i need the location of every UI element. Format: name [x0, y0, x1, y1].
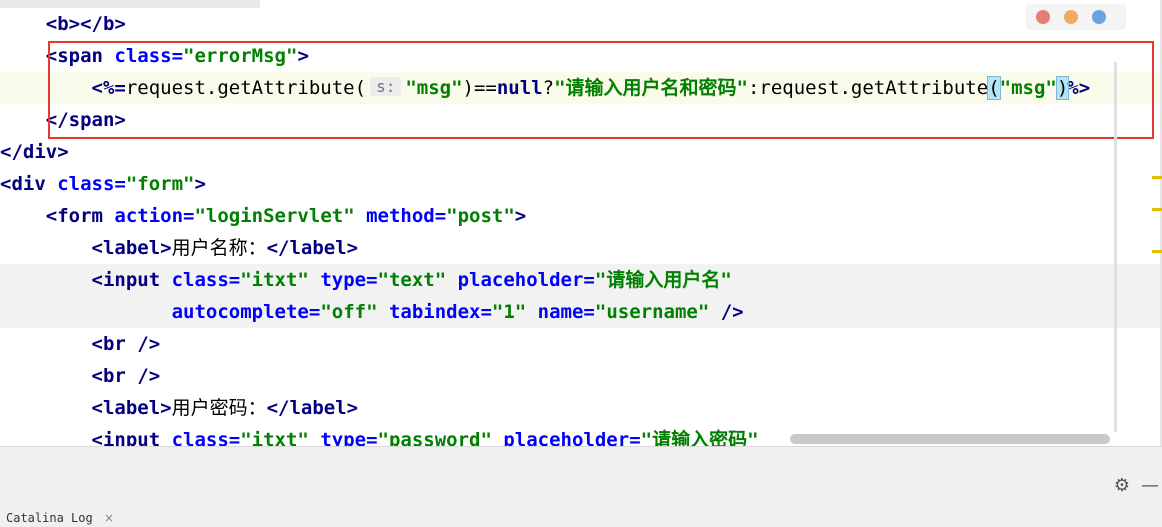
- code-line[interactable]: <b></b>: [0, 8, 1162, 40]
- code-token: <br />: [91, 365, 161, 387]
- code-token: "请输入用户名": [594, 269, 732, 291]
- code-token: type=: [320, 429, 378, 446]
- code-token: :request.getAttribute: [747, 77, 989, 99]
- code-token: "form": [125, 173, 195, 195]
- code-line[interactable]: </span>: [0, 104, 1162, 136]
- code-token: >: [297, 45, 309, 67]
- code-editor[interactable]: <b></b> <span class="errorMsg"> <%=reque…: [0, 0, 1162, 446]
- code-token: <label>: [91, 397, 172, 419]
- code-line[interactable]: autocomplete="off" tabindex="1" name="us…: [0, 296, 1162, 328]
- code-token: "off": [320, 301, 389, 323]
- chrome-icon[interactable]: [1036, 10, 1050, 24]
- firefox-icon[interactable]: [1064, 10, 1078, 24]
- code-token: <br />: [91, 333, 161, 355]
- code-line[interactable]: <br />: [0, 328, 1162, 360]
- code-token: "msg": [999, 77, 1057, 99]
- code-token: <form: [45, 205, 115, 227]
- code-token: placeholder=: [503, 429, 641, 446]
- code-token: ?: [542, 77, 555, 99]
- code-token: placeholder=: [457, 269, 595, 291]
- code-token: "请输入密码": [640, 429, 759, 446]
- code-token: class=: [171, 269, 241, 291]
- code-token: autocomplete=: [171, 301, 321, 323]
- code-token: <label>: [91, 237, 172, 259]
- clipped-top-line: [0, 0, 260, 8]
- code-token: tabindex=: [388, 301, 492, 323]
- code-token: %>: [1067, 77, 1091, 99]
- code-token: <div: [0, 173, 58, 195]
- code-line[interactable]: <div class="form">: [0, 168, 1162, 200]
- code-token: </div>: [0, 141, 69, 163]
- ie-icon[interactable]: [1092, 10, 1106, 24]
- code-token: "loginServlet": [194, 205, 367, 227]
- code-token: "post": [446, 205, 515, 227]
- code-token: <%=: [91, 77, 126, 99]
- code-line[interactable]: <br />: [0, 360, 1162, 392]
- code-token: )==: [462, 77, 497, 99]
- code-token: 用户名称：: [171, 237, 267, 259]
- indent-guide: [1114, 62, 1117, 432]
- code-token: name=: [537, 301, 595, 323]
- warning-marker[interactable]: [1152, 250, 1162, 253]
- tab-catalina-log[interactable]: Catalina Log: [6, 510, 93, 526]
- code-token: </label>: [266, 397, 359, 419]
- code-token: "errorMsg": [183, 45, 298, 67]
- code-token: null: [496, 77, 543, 99]
- code-line[interactable]: <span class="errorMsg">: [0, 40, 1162, 72]
- code-token: />: [720, 301, 744, 323]
- minimize-icon[interactable]: —: [1140, 476, 1160, 496]
- code-token: "password": [377, 429, 504, 446]
- code-token: >: [194, 173, 206, 195]
- code-token: "msg": [405, 77, 463, 99]
- code-token: action=: [114, 205, 195, 227]
- code-token: method=: [366, 205, 447, 227]
- code-token: "请输入用户名和密码": [554, 77, 748, 99]
- warning-marker[interactable]: [1152, 208, 1162, 211]
- code-token: "1": [491, 301, 538, 323]
- code-line[interactable]: <label>用户密码：</label>: [0, 392, 1162, 424]
- code-token: class=: [57, 173, 126, 195]
- code-token: class=: [171, 429, 241, 446]
- code-token: (: [987, 76, 1001, 100]
- code-token: <input: [91, 429, 172, 446]
- code-token: type=: [320, 269, 378, 291]
- code-token: "itxt": [240, 429, 321, 446]
- code-token: <input: [91, 269, 172, 291]
- code-line[interactable]: <form action="loginServlet" method="post…: [0, 200, 1162, 232]
- close-icon[interactable]: ×: [104, 510, 114, 526]
- code-token: <b></b>: [45, 13, 126, 35]
- horizontal-scrollbar[interactable]: [790, 434, 1110, 444]
- code-token: 用户密码：: [171, 397, 267, 419]
- code-token: request.getAttribute(: [125, 77, 367, 99]
- parameter-hint: s:: [370, 77, 402, 96]
- code-token: "text": [377, 269, 458, 291]
- code-token: "itxt": [240, 269, 321, 291]
- code-line[interactable]: <input class="itxt" type="text" placehol…: [0, 264, 1162, 296]
- warning-marker[interactable]: [1152, 176, 1162, 179]
- code-token: "username": [594, 301, 721, 323]
- code-token: class=: [114, 45, 184, 67]
- code-line[interactable]: <%=request.getAttribute(s: "msg")==null?"…: [0, 72, 1162, 104]
- code-token: </span>: [45, 109, 126, 131]
- gear-icon[interactable]: ⚙: [1112, 476, 1132, 496]
- code-line[interactable]: </div>: [0, 136, 1162, 168]
- code-token: <span: [45, 45, 115, 67]
- code-token: >: [514, 205, 527, 227]
- tool-window-panel: [0, 446, 1162, 527]
- code-token: </label>: [266, 237, 359, 259]
- browser-preview-icons[interactable]: [1026, 4, 1126, 30]
- code-line[interactable]: <label>用户名称：</label>: [0, 232, 1162, 264]
